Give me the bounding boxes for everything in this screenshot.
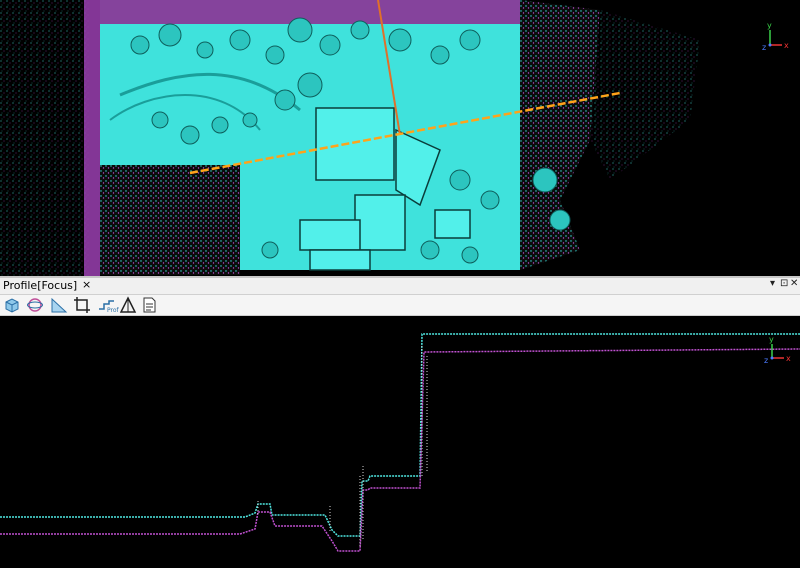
vegetation-band-left [84,0,100,276]
axis-y-label: y [767,21,772,30]
profile-axis-z-label: z [764,356,768,365]
profile-line-ground [0,333,800,537]
profile-line-vegetation [0,348,800,552]
slope-icon[interactable] [50,296,68,314]
section-profile-icon[interactable]: Prof [98,296,120,314]
profile-view[interactable]: y x z [0,316,800,568]
point-cloud-view[interactable]: y x z [0,0,800,276]
sparse-cloud-left [0,0,90,276]
profile-canvas[interactable]: y x z [0,316,800,568]
panel-close-icon[interactable]: ✕ [790,278,798,289]
vegetation-lower-left [100,165,240,275]
vegetation-top [100,0,520,24]
orbit-icon[interactable] [26,296,44,314]
point-cloud-canvas[interactable]: y x z [0,0,800,276]
panel-tab-close-icon[interactable]: × [82,278,91,291]
crop-select-icon[interactable] [73,296,91,314]
panel-title: Profile[Focus] [3,279,78,292]
profile-toolbar: Prof [0,295,800,316]
report-icon[interactable] [140,296,158,314]
axis-gizmo-top: y x z [762,21,789,52]
profile-axis-y-label: y [769,335,774,344]
profile-axis-x-label: x [786,354,791,363]
svg-text:Prof: Prof [107,307,120,314]
profile-panel-header: Profile[Focus] × ▾ ⊡ ✕ [0,278,800,295]
axis-z-label: z [762,43,766,52]
panel-pin-icon[interactable]: ▾ [770,278,775,289]
measure-triangle-icon[interactable] [119,296,137,314]
panel-float-icon[interactable]: ⊡ [780,278,788,289]
view-3d-icon[interactable] [3,296,21,314]
axis-x-label: x [784,41,789,50]
wall-points [257,346,428,546]
